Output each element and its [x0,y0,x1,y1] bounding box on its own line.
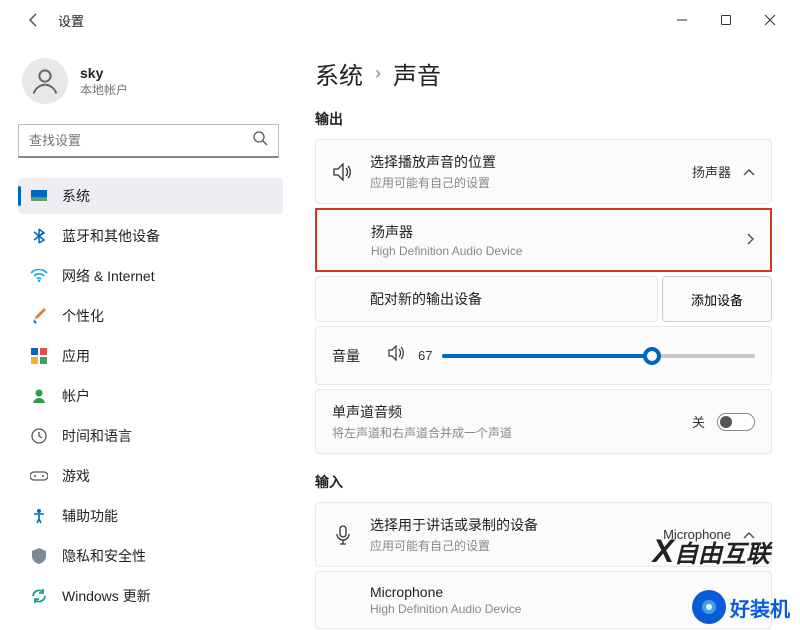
search-input[interactable] [18,124,279,158]
sidebar-item-update[interactable]: Windows 更新 [18,578,283,614]
search-icon [252,130,268,151]
close-button[interactable] [748,4,792,36]
brush-icon [30,307,48,325]
pair-device-card: 配对新的输出设备 [315,276,658,322]
sidebar: sky 本地帐户 系统 蓝牙和其他设备 网络 & Internet [0,40,295,630]
card-title: 扬声器 [371,222,730,242]
chevron-right-icon: › [375,63,381,84]
mono-state: 关 [692,412,705,431]
clock-icon [30,427,48,445]
chevron-right-icon [746,232,754,248]
breadcrumb-root[interactable]: 系统 [315,56,363,91]
add-device-button[interactable]: 添加设备 [662,276,772,322]
input-select-value: Microphone [663,527,731,542]
card-sub: 应用可能有自己的设置 [370,537,647,554]
game-icon [30,467,48,485]
card-title: 配对新的输出设备 [370,289,641,309]
chevron-up-icon [743,527,755,543]
user-name: sky [80,65,128,81]
sidebar-item-label: 应用 [62,346,90,366]
wifi-icon [30,267,48,285]
update-icon [30,587,48,605]
sidebar-item-label: 时间和语言 [62,426,132,446]
section-input-heading: 输入 [315,472,772,492]
speaker-icon [332,163,354,181]
sidebar-item-label: 个性化 [62,306,104,326]
app-title: 设置 [58,11,84,30]
maximize-button[interactable] [704,4,748,36]
chevron-up-icon [743,164,755,180]
sidebar-item-label: 帐户 [62,386,90,406]
user-subtitle: 本地帐户 [80,81,128,98]
sidebar-item-personalization[interactable]: 个性化 [18,298,283,334]
sidebar-item-bluetooth[interactable]: 蓝牙和其他设备 [18,218,283,254]
volume-label: 音量 [332,346,372,366]
input-device-card[interactable]: Microphone High Definition Audio Device [315,571,772,629]
account-icon [30,387,48,405]
sidebar-item-system[interactable]: 系统 [18,178,283,214]
input-select-card[interactable]: 选择用于讲话或录制的设备 应用可能有自己的设置 Microphone [315,502,772,567]
apps-icon [30,347,48,365]
sidebar-item-label: 蓝牙和其他设备 [62,226,160,246]
card-sub: High Definition Audio Device [370,602,755,616]
sidebar-item-network[interactable]: 网络 & Internet [18,258,283,294]
breadcrumb: 系统 › 声音 [315,56,772,91]
output-select-card[interactable]: 选择播放声音的位置 应用可能有自己的设置 扬声器 [315,139,772,204]
breadcrumb-current: 声音 [393,56,441,91]
speaker-icon[interactable] [388,345,408,366]
sidebar-item-label: 网络 & Internet [62,266,155,286]
sidebar-item-apps[interactable]: 应用 [18,338,283,374]
volume-card: 音量 67 [315,326,772,385]
minimize-button[interactable] [660,4,704,36]
volume-slider[interactable] [442,354,755,358]
card-title: 选择用于讲话或录制的设备 [370,515,647,535]
sidebar-item-label: 游戏 [62,466,90,486]
sidebar-item-accessibility[interactable]: 辅助功能 [18,498,283,534]
sidebar-item-label: Windows 更新 [62,586,151,606]
shield-icon [30,547,48,565]
output-device-card[interactable]: 扬声器 High Definition Audio Device [315,208,772,272]
accessibility-icon [30,507,48,525]
output-select-value: 扬声器 [692,162,731,181]
sidebar-item-label: 隐私和安全性 [62,546,146,566]
avatar [22,58,68,104]
card-sub: 应用可能有自己的设置 [370,174,676,191]
card-sub: 将左声道和右声道合并成一个声道 [332,424,676,441]
sidebar-item-label: 辅助功能 [62,506,118,526]
bluetooth-icon [30,227,48,245]
volume-value: 67 [418,348,432,363]
sidebar-item-label: 系统 [62,186,90,206]
mono-toggle[interactable] [717,413,755,431]
sidebar-item-accounts[interactable]: 帐户 [18,378,283,414]
card-title: Microphone [370,584,755,600]
sidebar-item-time-language[interactable]: 时间和语言 [18,418,283,454]
main-content: 系统 › 声音 输出 选择播放声音的位置 应用可能有自己的设置 扬声器 [295,40,800,630]
system-icon [30,187,48,205]
section-output-heading: 输出 [315,109,772,129]
card-title: 选择播放声音的位置 [370,152,676,172]
card-title: 单声道音频 [332,402,676,422]
back-button[interactable] [24,10,44,30]
user-block[interactable]: sky 本地帐户 [22,58,279,104]
microphone-icon [332,525,354,545]
sidebar-item-privacy[interactable]: 隐私和安全性 [18,538,283,574]
card-sub: High Definition Audio Device [371,244,730,258]
sidebar-item-gaming[interactable]: 游戏 [18,458,283,494]
mono-audio-card[interactable]: 单声道音频 将左声道和右声道合并成一个声道 关 [315,389,772,454]
